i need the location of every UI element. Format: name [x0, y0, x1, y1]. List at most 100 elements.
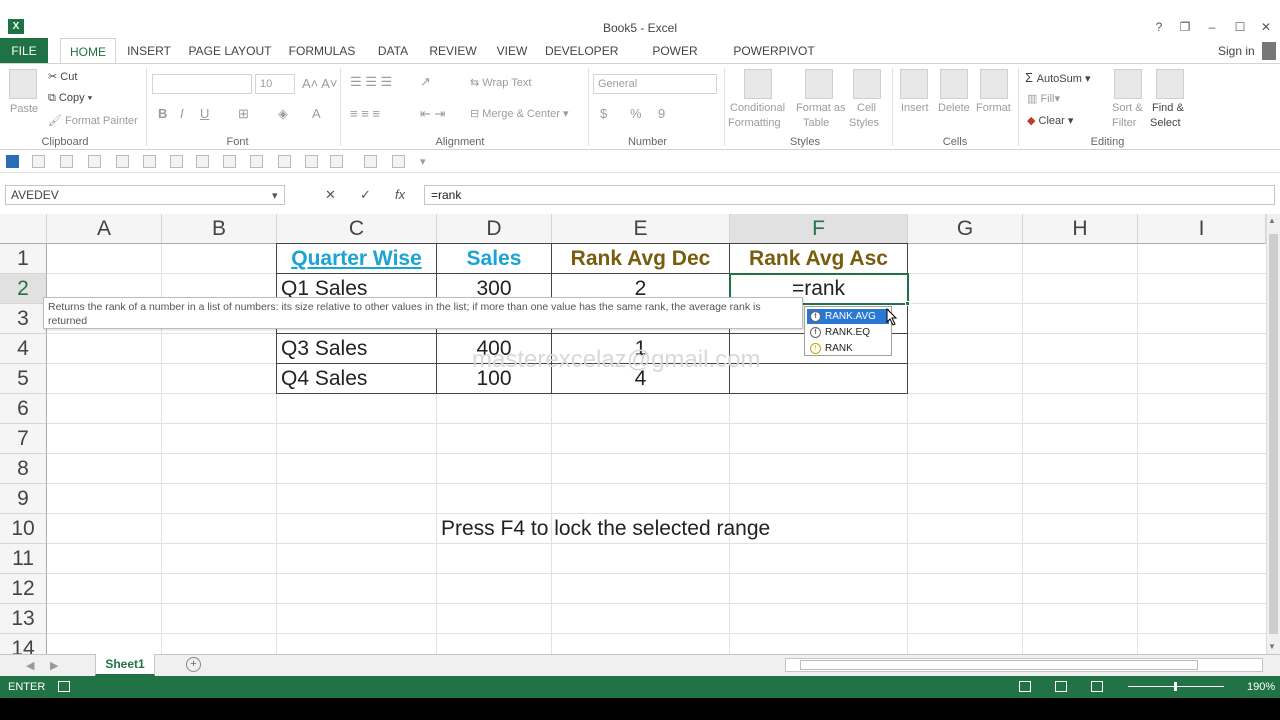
- prev-sheet-icon[interactable]: ◀: [26, 659, 34, 672]
- row-header-14[interactable]: 14: [0, 634, 47, 654]
- orientation-icon[interactable]: ↗: [420, 74, 431, 90]
- column-header-i[interactable]: I: [1138, 214, 1266, 244]
- select-all-corner[interactable]: [0, 214, 47, 244]
- tab-page-layout[interactable]: PAGE LAYOUT: [186, 38, 274, 64]
- tab-insert[interactable]: INSERT: [122, 38, 176, 64]
- new-file-icon[interactable]: [392, 155, 405, 168]
- wrap-text-button[interactable]: ⇆ Wrap Text: [470, 76, 531, 89]
- copy-button[interactable]: ⧉ Copy ▾: [48, 92, 92, 105]
- format-as-table-icon[interactable]: [805, 69, 833, 99]
- autosum-button[interactable]: Σ AutoSum ▾: [1025, 70, 1090, 85]
- zoom-level[interactable]: 190%: [1247, 681, 1275, 693]
- column-header-d[interactable]: D: [437, 214, 552, 244]
- row-header-4[interactable]: 4: [0, 334, 47, 364]
- fill-color-icon[interactable]: ◈: [278, 106, 288, 122]
- row-header-10[interactable]: 10: [0, 514, 47, 544]
- delete-cells-icon[interactable]: [940, 69, 968, 99]
- autocomplete-item[interactable]: f RANK.AVG: [807, 309, 889, 324]
- sheet-tab-sheet1[interactable]: Sheet1: [95, 654, 155, 676]
- scroll-up-icon[interactable]: ▲: [1268, 216, 1276, 225]
- formula-input[interactable]: =rank: [424, 185, 1275, 205]
- paste-icon[interactable]: [9, 69, 37, 99]
- brush-icon[interactable]: [330, 155, 343, 168]
- name-box[interactable]: AVEDEV: [5, 185, 285, 205]
- tab-powerpivot[interactable]: POWERPIVOT: [733, 38, 815, 64]
- printer-icon[interactable]: [250, 155, 263, 168]
- column-header-g[interactable]: G: [908, 214, 1023, 244]
- tab-developer[interactable]: DEVELOPER: [545, 38, 618, 64]
- merge-center-button[interactable]: ⊟ Merge & Center ▾: [470, 107, 569, 120]
- cell-styles-line2[interactable]: Styles: [849, 117, 879, 129]
- align-top-icon[interactable]: ☰ ☰ ☰: [350, 74, 392, 90]
- format-painter-button[interactable]: 🖌 Format Painter: [48, 114, 138, 127]
- ribbon-display-button[interactable]: ❐: [1173, 18, 1197, 36]
- document-icon[interactable]: [116, 155, 129, 168]
- tab-home[interactable]: HOME: [60, 38, 116, 64]
- lock-icon[interactable]: [32, 155, 45, 168]
- sort-filter-line2[interactable]: Filter: [1112, 117, 1136, 129]
- hscroll-thumb[interactable]: [800, 660, 1198, 670]
- header-rank-avg-dec[interactable]: Rank Avg Dec: [552, 244, 729, 274]
- cut-icon[interactable]: [196, 155, 209, 168]
- conditional-formatting-line1[interactable]: Conditional: [730, 102, 785, 114]
- clear-button[interactable]: ◆ Clear ▾: [1027, 114, 1073, 127]
- row-header-5[interactable]: 5: [0, 364, 47, 394]
- tab-file[interactable]: FILE: [0, 38, 48, 64]
- borders-icon[interactable]: ⊞: [238, 106, 249, 122]
- format-cells-icon[interactable]: [980, 69, 1008, 99]
- minimize-button[interactable]: –: [1200, 18, 1224, 36]
- insert-function-icon[interactable]: fx: [395, 187, 405, 202]
- align-left-icon[interactable]: ≡ ≡ ≡: [350, 106, 380, 121]
- comma-button[interactable]: 9: [658, 106, 665, 121]
- cancel-icon[interactable]: ✕: [325, 187, 336, 203]
- vertical-scrollbar[interactable]: ▲ ▼: [1266, 214, 1280, 654]
- customize-qat-icon[interactable]: ▾: [420, 155, 426, 168]
- format-as-table-line2[interactable]: Table: [803, 117, 829, 129]
- close-button[interactable]: ✕: [1254, 18, 1278, 36]
- format-cells-button[interactable]: Format: [976, 102, 1011, 114]
- row-header-6[interactable]: 6: [0, 394, 47, 424]
- column-header-e[interactable]: E: [552, 214, 730, 244]
- zoom-icon[interactable]: [278, 155, 291, 168]
- cell-c4[interactable]: Q3 Sales: [281, 334, 436, 364]
- table-icon[interactable]: [143, 155, 156, 168]
- fill-handle[interactable]: [905, 301, 910, 306]
- new-sheet-button[interactable]: +: [186, 657, 201, 672]
- cell-styles-icon[interactable]: [853, 69, 881, 99]
- currency-icon[interactable]: $: [600, 106, 607, 121]
- row-header-12[interactable]: 12: [0, 574, 47, 604]
- normal-view-icon[interactable]: [1019, 681, 1031, 692]
- paste-button[interactable]: Paste: [10, 103, 38, 115]
- grid-icon[interactable]: [170, 155, 183, 168]
- autocomplete-item[interactable]: ! RANK: [807, 341, 889, 356]
- delete-cells-button[interactable]: Delete: [938, 102, 970, 114]
- cell-c5[interactable]: Q4 Sales: [281, 364, 436, 394]
- maximize-button[interactable]: ☐: [1228, 18, 1252, 36]
- insert-cells-icon[interactable]: [900, 69, 928, 99]
- row-header-3[interactable]: 3: [0, 304, 47, 334]
- user-icon[interactable]: [1262, 42, 1276, 60]
- tab-power-query[interactable]: POWER QUERY: [630, 38, 720, 84]
- sort-icon[interactable]: [305, 155, 318, 168]
- row-header-13[interactable]: 13: [0, 604, 47, 634]
- conditional-formatting-icon[interactable]: [744, 69, 772, 99]
- column-header-b[interactable]: B: [162, 214, 277, 244]
- form-icon[interactable]: [88, 155, 101, 168]
- row-header-2[interactable]: 2: [0, 274, 47, 304]
- sort-filter-line1[interactable]: Sort &: [1112, 102, 1143, 114]
- header-sales[interactable]: Sales: [437, 244, 551, 274]
- enter-icon[interactable]: ✓: [360, 187, 371, 203]
- page-layout-view-icon[interactable]: [1055, 681, 1067, 692]
- open-folder-icon[interactable]: [364, 155, 377, 168]
- print-preview-icon[interactable]: [60, 155, 73, 168]
- save-icon[interactable]: [6, 155, 19, 168]
- number-format-combo[interactable]: General: [593, 74, 717, 94]
- font-color-icon[interactable]: A: [312, 106, 321, 121]
- cell-styles-line1[interactable]: Cell: [857, 102, 876, 114]
- column-header-c[interactable]: C: [277, 214, 437, 244]
- autocomplete-item[interactable]: f RANK.EQ: [807, 325, 889, 340]
- scroll-thumb[interactable]: [1269, 234, 1278, 634]
- column-header-f[interactable]: F: [730, 214, 908, 244]
- insert-cells-button[interactable]: Insert: [901, 102, 929, 114]
- column-header-a[interactable]: A: [47, 214, 162, 244]
